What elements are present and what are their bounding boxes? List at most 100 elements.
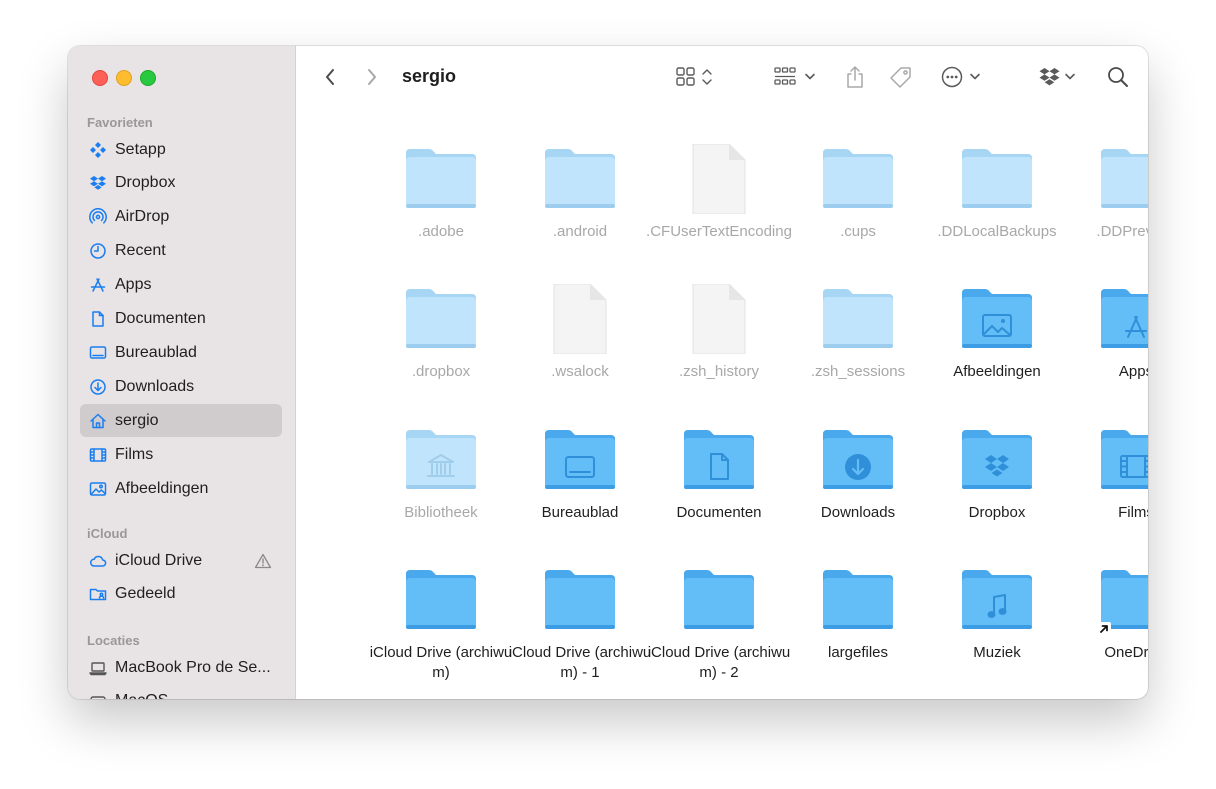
grid-view-icon (676, 67, 712, 86)
film-icon (89, 446, 107, 464)
sidebar-item-gedeeld[interactable]: Gedeeld (80, 578, 282, 611)
folder-item[interactable]: .DDPreview (1061, 144, 1148, 274)
finder-window: Favorieten Setapp Dropbox AirDrop Recent Apps… (68, 46, 1148, 699)
zoom-button[interactable] (140, 70, 156, 86)
sidebar-item-films[interactable]: Films (80, 438, 282, 471)
view-mode-button[interactable] (676, 64, 720, 90)
sidebar-item-label: Bureaublad (115, 343, 197, 361)
document-icon (683, 143, 755, 215)
folder-item[interactable]: largefiles (783, 565, 933, 695)
folder-icon (822, 565, 894, 635)
apps-icon (89, 276, 107, 294)
folder-item[interactable]: .zsh_sessions (783, 284, 933, 414)
folder-item[interactable]: Bibliotheek (366, 425, 516, 555)
file-name: iCloud Drive (archiwum) - 1 (508, 644, 652, 681)
minimize-button[interactable] (116, 70, 132, 86)
sidebar-item-bureaublad[interactable]: Bureaublad (80, 336, 282, 369)
folder-icon (405, 425, 477, 495)
file-name: Bureaublad (541, 504, 619, 521)
folder-item[interactable]: Dropbox (922, 425, 1072, 555)
folder-icon (961, 565, 1033, 635)
tag-icon (890, 67, 911, 88)
window-controls (92, 70, 156, 86)
file-name: largefiles (827, 644, 889, 661)
file-name: Apps (1118, 363, 1148, 380)
folder-item[interactable]: Documenten (644, 425, 794, 555)
folder-icon (961, 425, 1033, 495)
folder-item[interactable]: Afbeeldingen (922, 284, 1072, 414)
folder-item[interactable]: .android (505, 144, 655, 274)
file-name: Downloads (820, 504, 896, 521)
sidebar-item-label: AirDrop (115, 208, 170, 226)
folder-item[interactable]: .DDLocalBackups (922, 144, 1072, 274)
file-name: .android (552, 223, 608, 240)
sidebar-item-label: Recent (115, 242, 166, 260)
photo-icon (89, 480, 107, 498)
sidebar-item-icloud-drive[interactable]: iCloud Drive (80, 544, 282, 577)
file-name: .DDPreview (1096, 223, 1148, 240)
folder-item[interactable]: iCloud Drive (archiwum) - 2 (644, 565, 794, 695)
folder-item[interactable]: Films (1061, 425, 1148, 555)
laptop-icon (89, 659, 107, 677)
chevron-right-icon (368, 69, 376, 85)
forward-button[interactable] (360, 64, 384, 90)
sidebar-item-afbeeldingen[interactable]: Afbeeldingen (80, 472, 282, 505)
folder-item[interactable]: Muziek (922, 565, 1072, 695)
folder-item[interactable]: Bureaublad (505, 425, 655, 555)
file-name: .zsh_history (678, 363, 760, 380)
sidebar-item-setapp[interactable]: Setapp (80, 133, 282, 166)
cloud-icon (89, 552, 107, 570)
sidebar-item-macos[interactable]: MacOS (80, 685, 282, 699)
file-item[interactable]: .CFUserTextEncoding (644, 143, 794, 274)
group-button[interactable] (774, 64, 820, 90)
alias-arrow-icon (1098, 622, 1111, 635)
folder-item[interactable]: iCloud Drive (archiwum) - 1 (505, 565, 655, 695)
disk-icon (89, 692, 107, 699)
close-button[interactable] (92, 70, 108, 86)
sidebar-item-airdrop[interactable]: AirDrop (80, 201, 282, 234)
more-actions-button[interactable] (941, 64, 985, 90)
sidebar-item-label: Gedeeld (115, 585, 176, 603)
folder-icon (405, 284, 477, 354)
group-by-icon (774, 67, 815, 85)
folder-item[interactable]: .cups (783, 144, 933, 274)
dropbox-icon (89, 174, 107, 192)
folder-item[interactable]: Downloads (783, 425, 933, 555)
folder-icon (1098, 565, 1148, 635)
file-name: iCloud Drive (archiwum) (369, 644, 513, 681)
sidebar-item-macbook-pro-de-se[interactable]: MacBook Pro de Se... (80, 651, 282, 684)
sidebar-item-dropbox[interactable]: Dropbox (80, 167, 282, 200)
folder-icon (544, 565, 616, 635)
search-button[interactable] (1104, 64, 1132, 90)
share-button[interactable] (842, 64, 868, 90)
tag-button[interactable] (886, 64, 916, 90)
folder-item[interactable]: iCloud Drive (archiwum) (366, 565, 516, 695)
folder-item[interactable]: .dropbox (366, 284, 516, 414)
sidebar-item-apps[interactable]: Apps (80, 269, 282, 302)
setapp-icon (89, 141, 107, 159)
home-icon (89, 412, 107, 430)
file-name: .DDLocalBackups (937, 223, 1057, 240)
sidebar-item-label: Setapp (115, 140, 166, 158)
file-name: .wsalock (551, 363, 609, 380)
file-name: Films (1118, 504, 1148, 521)
sidebar-item-sergio[interactable]: sergio (80, 404, 282, 438)
file-item[interactable]: .wsalock (505, 283, 655, 414)
warning-icon[interactable] (254, 552, 272, 570)
sidebar-item-recent[interactable]: Recent (80, 235, 282, 268)
file-item[interactable]: .zsh_history (644, 283, 794, 414)
main-pane: sergio .adobe .android .CFUserTextEncodi… (296, 46, 1148, 699)
document-icon (683, 283, 755, 355)
folder-item[interactable]: .adobe (366, 144, 516, 274)
dropbox-button[interactable] (1039, 64, 1079, 90)
file-name: Bibliotheek (404, 504, 478, 521)
back-button[interactable] (318, 64, 342, 90)
sidebar-item-label: Apps (115, 276, 152, 294)
folder-item[interactable]: OneDrive (1061, 565, 1148, 695)
folder-item[interactable]: Apps (1061, 284, 1148, 414)
folder-icon (1100, 284, 1148, 354)
desktop-icon (89, 344, 107, 362)
sidebar-item-documenten[interactable]: Documenten (80, 303, 282, 336)
folder-icon (1100, 144, 1148, 214)
sidebar-item-downloads[interactable]: Downloads (80, 370, 282, 403)
